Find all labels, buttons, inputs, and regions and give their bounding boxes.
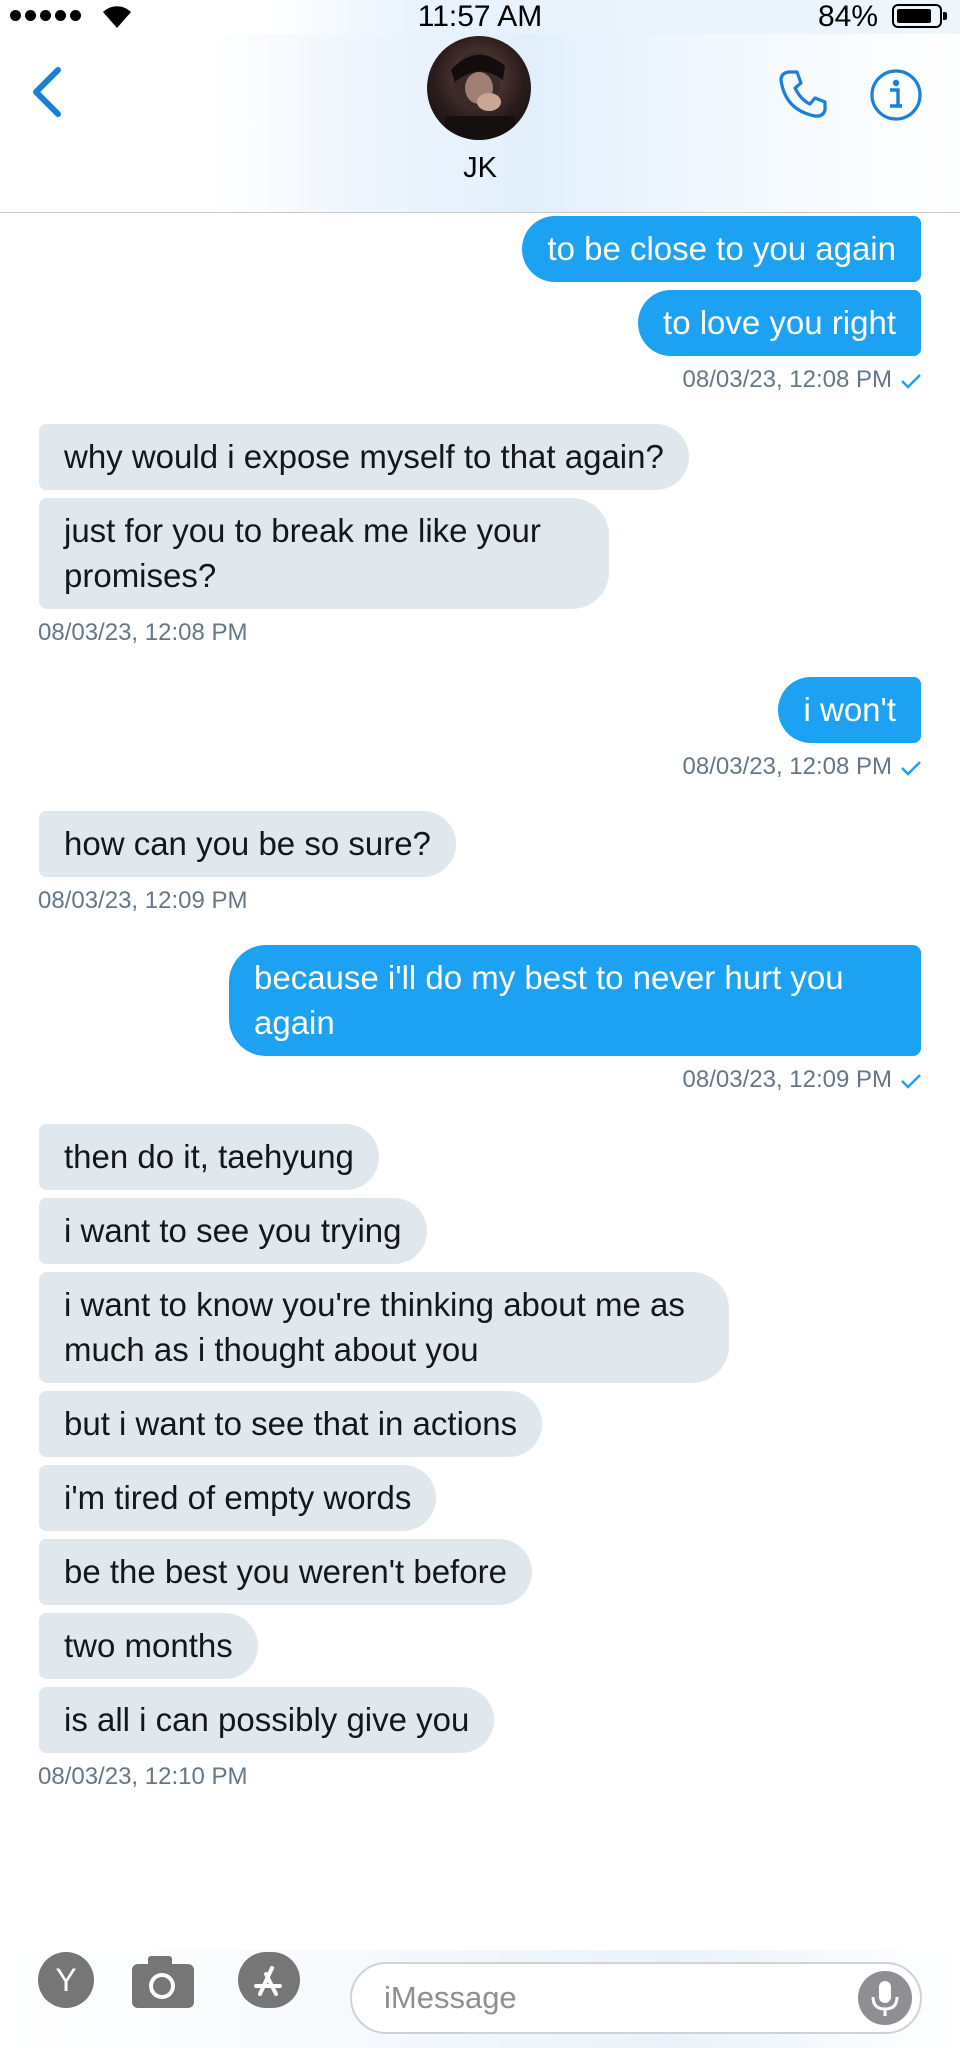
- message-row: then do it, taehyung: [0, 1124, 960, 1190]
- outgoing-bubble[interactable]: because i'll do my best to never hurt yo…: [229, 945, 921, 1056]
- battery-percent: 84%: [817, 0, 878, 33]
- timestamp-text: 08/03/23, 12:09 PM: [682, 1066, 892, 1093]
- message-row: is all i can possibly give you: [0, 1687, 960, 1753]
- app-store-button[interactable]: [238, 1952, 300, 2008]
- read-check-icon: [901, 1073, 921, 1089]
- timestamp: 08/03/23, 12:08 PM: [0, 364, 960, 396]
- status-bar: 11:57 AM 84%: [0, 0, 960, 34]
- incoming-bubble[interactable]: be the best you weren't before: [39, 1539, 532, 1605]
- message-input[interactable]: iMessage: [350, 1962, 922, 2034]
- contact-name[interactable]: JK: [0, 152, 960, 185]
- timestamp: 08/03/23, 12:08 PM: [0, 751, 960, 783]
- app-store-icon: [254, 1966, 282, 1996]
- incoming-bubble[interactable]: two months: [39, 1613, 258, 1679]
- microphone-button[interactable]: [858, 1971, 912, 2025]
- message-row: just for you to break me like your promi…: [0, 498, 960, 609]
- outgoing-bubble[interactable]: i won't: [778, 677, 921, 743]
- message-row: two months: [0, 1613, 960, 1679]
- timestamp-text: 08/03/23, 12:08 PM: [682, 753, 892, 780]
- microphone-icon: [871, 1981, 899, 2016]
- incoming-bubble[interactable]: is all i can possibly give you: [39, 1687, 495, 1753]
- incoming-bubble[interactable]: but i want to see that in actions: [39, 1391, 543, 1457]
- timestamp: 08/03/23, 12:10 PM: [38, 1763, 248, 1790]
- message-row: why would i expose myself to that again?: [0, 424, 960, 490]
- incoming-bubble[interactable]: i want to see you trying: [39, 1198, 427, 1264]
- contact-avatar[interactable]: [427, 36, 531, 140]
- incoming-bubble[interactable]: how can you be so sure?: [39, 811, 456, 877]
- message-thread[interactable]: to be close to you again to love you rig…: [0, 212, 960, 1950]
- message-row: i won't: [0, 677, 960, 743]
- status-time: 11:57 AM: [417, 0, 543, 33]
- timestamp: 08/03/23, 12:09 PM: [38, 887, 248, 914]
- message-row: to love you right: [0, 290, 960, 356]
- outgoing-bubble[interactable]: to be close to you again: [522, 216, 921, 282]
- timestamp: 08/03/23, 12:08 PM: [38, 619, 248, 646]
- chevron-left-icon[interactable]: [28, 64, 68, 120]
- message-row: because i'll do my best to never hurt yo…: [0, 945, 960, 1056]
- message-input-placeholder: iMessage: [384, 1980, 517, 2015]
- incoming-bubble[interactable]: then do it, taehyung: [39, 1124, 379, 1190]
- phone-icon[interactable]: [775, 66, 831, 122]
- camera-icon[interactable]: [130, 1950, 196, 2010]
- incoming-bubble[interactable]: i'm tired of empty words: [39, 1465, 437, 1531]
- conversation-header: JK: [0, 34, 960, 213]
- message-row: how can you be so sure?: [0, 811, 960, 877]
- message-row: i'm tired of empty words: [0, 1465, 960, 1531]
- message-row: but i want to see that in actions: [0, 1391, 960, 1457]
- timestamp-text: 08/03/23, 12:08 PM: [682, 366, 892, 393]
- message-row: i want to know you're thinking about me …: [0, 1272, 960, 1383]
- incoming-bubble[interactable]: just for you to break me like your promi…: [39, 498, 609, 609]
- battery-icon: [892, 4, 947, 28]
- message-row: i want to see you trying: [0, 1198, 960, 1264]
- outgoing-bubble[interactable]: to love you right: [638, 290, 921, 356]
- incoming-bubble[interactable]: i want to know you're thinking about me …: [39, 1272, 729, 1383]
- incoming-bubble[interactable]: why would i expose myself to that again?: [39, 424, 689, 490]
- message-row: be the best you weren't before: [0, 1539, 960, 1605]
- timestamp: 08/03/23, 12:09 PM: [0, 1064, 960, 1096]
- info-icon[interactable]: [869, 68, 923, 122]
- read-check-icon: [901, 760, 921, 776]
- read-check-icon: [901, 373, 921, 389]
- message-row: to be close to you again: [0, 216, 960, 282]
- y-app-button[interactable]: Y: [38, 1952, 94, 2008]
